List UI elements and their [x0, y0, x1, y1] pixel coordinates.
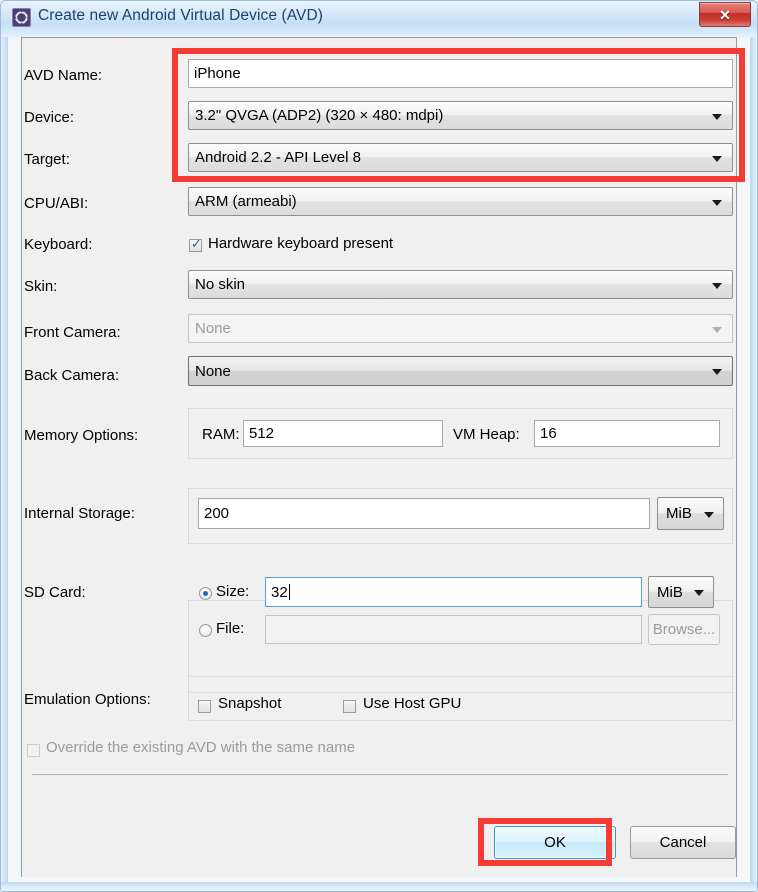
chevron-down-icon — [694, 590, 704, 596]
chevron-down-icon — [712, 282, 722, 289]
chevron-down-icon — [712, 155, 722, 162]
use-host-gpu-checkbox[interactable] — [343, 700, 356, 713]
hardware-keyboard-checkbox-label: Hardware keyboard present — [208, 235, 394, 252]
back-camera-combobox[interactable]: None — [188, 356, 733, 386]
chevron-down-icon — [704, 511, 714, 518]
internal-storage-unit-value: MiB — [666, 505, 692, 522]
snapshot-checkbox[interactable] — [198, 700, 211, 713]
device-label: Device: — [24, 109, 75, 126]
device-value: 3.2" QVGA (ADP2) (320 × 480: mdpi) — [195, 107, 444, 124]
target-combobox[interactable]: Android 2.2 - API Level 8 — [188, 143, 733, 172]
vm-heap-input[interactable]: 16 — [534, 420, 720, 447]
title-bar[interactable]: Create new Android Virtual Device (AVD) … — [0, 0, 758, 36]
sd-card-browse-button: Browse... — [648, 614, 720, 645]
avd-dialog-window: Create new Android Virtual Device (AVD) … — [0, 0, 758, 892]
front-camera-value: None — [195, 320, 231, 337]
internal-storage-value: 200 — [204, 505, 230, 522]
sd-card-size-unit-combobox[interactable]: MiB — [648, 576, 714, 608]
sd-card-size-label: Size: — [216, 583, 250, 600]
ok-button[interactable]: OK — [494, 826, 616, 859]
chevron-down-icon — [712, 113, 722, 120]
avd-name-label: AVD Name: — [24, 67, 103, 84]
vm-heap-label: VM Heap: — [453, 426, 520, 443]
avd-name-value: iPhone — [194, 65, 241, 82]
emulation-options-label: Emulation Options: — [24, 691, 151, 708]
override-existing-avd-checkbox — [27, 744, 40, 757]
cancel-button-label: Cancel — [659, 834, 707, 851]
snapshot-label: Snapshot — [218, 695, 282, 712]
ram-input[interactable]: 512 — [243, 420, 443, 447]
chevron-down-icon — [712, 199, 722, 206]
skin-combobox[interactable]: No skin — [188, 270, 733, 299]
front-camera-combobox: None — [188, 314, 733, 343]
cpu-abi-combobox[interactable]: ARM (armeabi) — [188, 187, 733, 216]
check-icon: ✓ — [191, 237, 202, 252]
avd-name-input[interactable]: iPhone — [188, 59, 733, 88]
internal-storage-input[interactable]: 200 — [198, 498, 650, 529]
skin-value: No skin — [195, 276, 246, 293]
target-label: Target: — [24, 151, 70, 168]
keyboard-label: Keyboard: — [24, 236, 93, 253]
sd-card-browse-label: Browse... — [652, 621, 716, 638]
skin-label: Skin: — [24, 278, 58, 295]
window-border-left — [1, 37, 8, 883]
cpu-abi-label: CPU/ABI: — [24, 195, 89, 212]
chevron-down-icon — [712, 326, 722, 333]
text-caret — [288, 584, 290, 600]
override-existing-avd-label: Override the existing AVD with the same … — [46, 739, 356, 756]
close-icon: ✕ — [719, 6, 731, 23]
radio-dot-icon — [203, 591, 208, 596]
cpu-abi-value: ARM (armeabi) — [195, 193, 297, 210]
close-button[interactable]: ✕ — [699, 2, 751, 27]
window-border-bottom — [1, 882, 757, 891]
vm-heap-value: 16 — [540, 425, 557, 442]
ram-value: 512 — [249, 425, 275, 442]
sd-card-file-label: File: — [216, 620, 245, 637]
ok-button-label: OK — [544, 834, 566, 851]
window-border-right — [750, 37, 757, 883]
internal-storage-label: Internal Storage: — [24, 505, 135, 522]
cancel-button[interactable]: Cancel — [630, 826, 736, 859]
sd-card-file-radio[interactable] — [199, 624, 212, 637]
sd-card-size-unit-value: MiB — [657, 583, 683, 601]
sd-card-size-value: 32 — [271, 583, 288, 601]
chevron-down-icon — [712, 369, 722, 375]
hardware-keyboard-checkbox[interactable]: ✓ — [189, 237, 202, 252]
target-value: Android 2.2 - API Level 8 — [195, 149, 361, 166]
sd-card-size-radio[interactable] — [199, 587, 212, 600]
dialog-client-area: AVD Name: iPhone Device: 3.2" QVGA (ADP2… — [21, 37, 737, 877]
internal-storage-unit-combobox[interactable]: MiB — [657, 497, 724, 530]
sd-card-file-input — [265, 615, 642, 644]
back-camera-label: Back Camera: — [24, 367, 120, 384]
footer-separator — [32, 774, 728, 775]
back-camera-value: None — [195, 362, 231, 380]
ram-label: RAM: — [202, 426, 240, 443]
front-camera-label: Front Camera: — [24, 324, 121, 341]
memory-options-label: Memory Options: — [24, 427, 139, 444]
android-avd-gear-icon — [12, 8, 31, 27]
window-title: Create new Android Virtual Device (AVD) — [38, 7, 324, 24]
use-host-gpu-label: Use Host GPU — [363, 695, 462, 712]
sd-card-size-input[interactable]: 32 — [265, 577, 642, 607]
sd-card-label: SD Card: — [24, 584, 86, 601]
device-combobox[interactable]: 3.2" QVGA (ADP2) (320 × 480: mdpi) — [188, 101, 733, 130]
